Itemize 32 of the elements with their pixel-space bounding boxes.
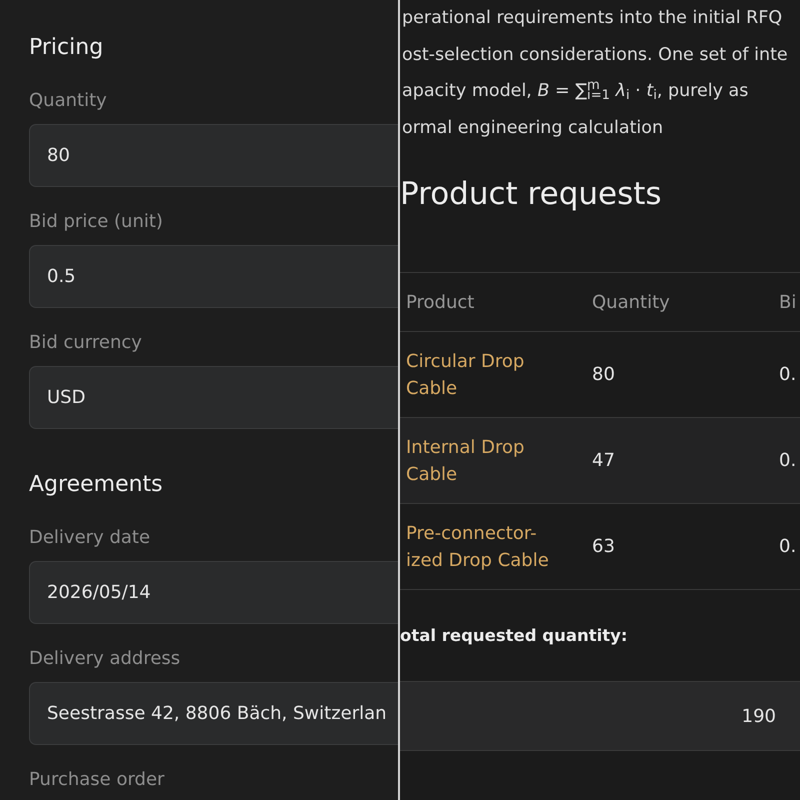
- field-label: Delivery address: [29, 647, 180, 671]
- product-link[interactable]: Pre-connector-ized Drop Cable: [406, 520, 566, 574]
- column-header: Bi: [779, 290, 796, 314]
- product-link[interactable]: Internal Drop Cable: [406, 434, 566, 488]
- input-field[interactable]: Seestrasse 42, 8806 Bäch, Switzerlan: [29, 682, 398, 745]
- table-cell-text: 63: [592, 535, 615, 559]
- input-field[interactable]: USD: [29, 366, 398, 429]
- table-cell-text: 0.: [779, 449, 796, 473]
- total-value: 190: [742, 704, 776, 728]
- field-label: Purchase order: [29, 768, 164, 792]
- section-heading: Agreements: [29, 471, 163, 499]
- paragraph-line: perational requirements into the initial RFQ: [402, 7, 782, 30]
- section-heading: Pricing: [29, 34, 104, 62]
- column-header: Quantity: [592, 290, 670, 314]
- column-header: Product: [406, 290, 474, 314]
- field-label: Bid currency: [29, 331, 142, 355]
- paragraph-line: apacity model, B = ∑$^{m}$$_{i=1}$ λ$_{i}$ · t$_{i}$, purely as: [402, 77, 748, 106]
- table-cell-text: 0.: [779, 535, 796, 559]
- paragraph-line: ost-selection considerations. One set of inte: [402, 44, 788, 66]
- total-label: otal requested quantity:: [400, 625, 628, 647]
- input-field[interactable]: 80: [29, 124, 398, 187]
- product-link[interactable]: Circular Drop Cable: [406, 348, 566, 402]
- table-cell-text: 80: [592, 363, 615, 387]
- input-field[interactable]: 0.5: [29, 245, 398, 308]
- table-cell-text: 0.: [779, 363, 796, 387]
- paragraph-line: ormal engineering calculation: [402, 116, 664, 140]
- section-heading: Product requests: [400, 175, 662, 214]
- field-label: Delivery date: [29, 526, 150, 550]
- field-label: Quantity: [29, 89, 107, 113]
- input-field[interactable]: 2026/05/14: [29, 561, 398, 624]
- field-label: Bid price (unit): [29, 210, 163, 234]
- table-cell-text: 47: [592, 449, 615, 473]
